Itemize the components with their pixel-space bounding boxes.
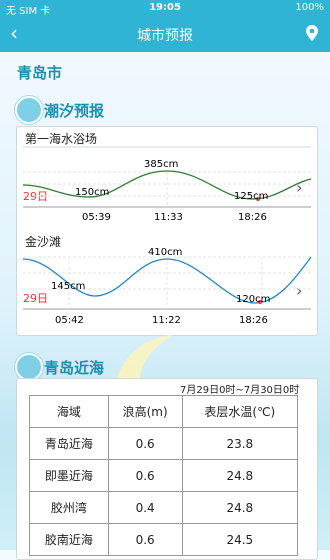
table-row: 胶南近海 0.6 24.5 bbox=[29, 523, 299, 556]
time-label: 11:33 bbox=[154, 212, 183, 223]
cell-temp: 24.8 bbox=[181, 491, 299, 524]
time-label: 05:42 bbox=[55, 315, 84, 326]
cell-temp: 24.8 bbox=[181, 459, 299, 492]
nav-bar: ‹ 城市预报 bbox=[0, 16, 330, 52]
cell-temp: 24.5 bbox=[181, 523, 299, 556]
clock: 19:05 bbox=[149, 2, 181, 13]
header-wave: 浪高(m) bbox=[107, 395, 183, 428]
cell-area: 青岛近海 bbox=[29, 427, 109, 460]
forecast-range: 7月29日0时~7月30日0时 bbox=[180, 385, 300, 396]
cell-temp: 23.8 bbox=[181, 427, 299, 460]
cell-wave: 0.6 bbox=[107, 427, 183, 460]
coastal-table: 海域 浪高(m) 表层水温(℃) 青岛近海 0.6 23.8 即墨近海 0.6 … bbox=[29, 395, 299, 556]
table-row: 即墨近海 0.6 24.8 bbox=[29, 459, 299, 492]
cell-area: 胶州湾 bbox=[29, 491, 109, 524]
header-area: 海域 bbox=[29, 395, 109, 428]
low-label: 145cm bbox=[51, 281, 85, 292]
low-label: 125cm bbox=[234, 191, 268, 202]
time-label: 18:26 bbox=[239, 315, 268, 326]
header-temp: 表层水温(℃) bbox=[181, 395, 299, 428]
time-label: 05:39 bbox=[82, 212, 111, 223]
cell-area: 胶南近海 bbox=[29, 523, 109, 556]
high-label: 410cm bbox=[148, 247, 182, 258]
time-label: 11:22 bbox=[152, 315, 181, 326]
table-row: 胶州湾 0.4 24.8 bbox=[29, 491, 299, 524]
table-header-row: 海域 浪高(m) 表层水温(℃) bbox=[29, 395, 299, 428]
city-name: 青岛市 bbox=[17, 64, 63, 82]
low-label: 150cm bbox=[75, 187, 109, 198]
page-title: 城市预报 bbox=[137, 28, 193, 44]
cell-area: 即墨近海 bbox=[29, 459, 109, 492]
tide-section-icon bbox=[15, 96, 43, 124]
tide-card: 第一海水浴场 29日 › 385cm 150cm 125cm 05:39 11:… bbox=[16, 126, 318, 336]
cell-wave: 0.6 bbox=[107, 459, 183, 492]
table-row: 青岛近海 0.6 23.8 bbox=[29, 427, 299, 460]
cell-wave: 0.4 bbox=[107, 491, 183, 524]
coastal-section-icon bbox=[15, 353, 43, 381]
coastal-section-title: 青岛近海 bbox=[44, 359, 105, 377]
tide-section-title: 潮汐预报 bbox=[44, 102, 105, 120]
low-label: 120cm bbox=[236, 294, 270, 305]
high-label: 385cm bbox=[144, 159, 178, 170]
time-label: 18:26 bbox=[238, 212, 267, 223]
cell-wave: 0.6 bbox=[107, 523, 183, 556]
tide-chart-2: 410cm 145cm 120cm 05:42 11:22 18:26 bbox=[22, 247, 312, 326]
status-bar: 无 SIM 卡 19:05 100% bbox=[0, 0, 330, 17]
battery-label: 100% bbox=[295, 2, 324, 13]
tide-chart-1: 385cm 150cm 125cm 05:39 11:33 18:26 bbox=[22, 146, 312, 223]
location-pin-icon[interactable] bbox=[306, 25, 318, 45]
